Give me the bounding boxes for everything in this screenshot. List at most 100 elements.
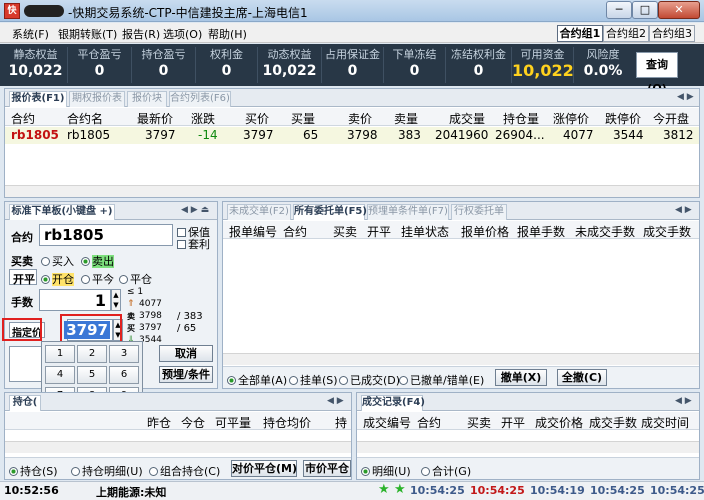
- tab-contract-list[interactable]: 合约列表(F6): [169, 91, 231, 107]
- close-today-radio[interactable]: 平今: [81, 271, 114, 287]
- menu-report[interactable]: 报告(R): [122, 26, 160, 42]
- tab-scroll-arrows[interactable]: ◀ ▶: [675, 205, 692, 215]
- col-header[interactable]: 合约: [417, 414, 441, 431]
- tab-scroll-arrows[interactable]: ◀ ▶: [677, 92, 694, 102]
- orders-horizontal-scrollbar[interactable]: [223, 353, 699, 365]
- col-header[interactable]: 买量: [291, 110, 315, 127]
- filter-combo-position[interactable]: 组合持仓(C): [149, 463, 220, 479]
- col-header[interactable]: 成交编号: [363, 414, 411, 431]
- contract-input[interactable]: rb1805: [39, 224, 173, 246]
- tab-option-quote[interactable]: 期权报价表: [69, 91, 125, 107]
- col-header[interactable]: 涨跌: [191, 110, 215, 127]
- preorder-condition-button[interactable]: 预埋/条件: [159, 366, 213, 383]
- col-header[interactable]: 持仓均价: [263, 414, 311, 431]
- col-header[interactable]: 持: [335, 414, 347, 431]
- tab-exercise-orders[interactable]: 行权委托单: [451, 204, 507, 220]
- quantity-stepper[interactable]: ▲ ▼: [111, 289, 121, 311]
- col-header[interactable]: 买价: [245, 110, 269, 127]
- col-header[interactable]: 跌停价: [605, 110, 641, 127]
- col-header[interactable]: 开平: [501, 414, 525, 431]
- col-header[interactable]: 可平量: [215, 414, 251, 431]
- tab-preorders[interactable]: 预埋单条件单(F7): [367, 204, 449, 220]
- cancel-all-button[interactable]: 全撤(C): [557, 369, 607, 386]
- position-horizontal-scrollbar[interactable]: [5, 441, 351, 453]
- col-header[interactable]: 报单手数: [517, 223, 565, 240]
- col-header[interactable]: 卖量: [394, 110, 418, 127]
- col-header[interactable]: 报单编号: [229, 223, 277, 240]
- filter-all-orders[interactable]: 全部单(A): [227, 372, 287, 388]
- col-header[interactable]: 持仓量: [503, 110, 539, 127]
- menu-bank-transfer[interactable]: 银期转账(T): [58, 26, 117, 42]
- tab-all-orders[interactable]: 所有委托单(F5): [293, 204, 367, 220]
- col-header[interactable]: 涨停价: [553, 110, 589, 127]
- filter-position[interactable]: 持仓(S): [9, 463, 58, 479]
- filter-label: 已成交(D): [350, 374, 401, 387]
- key-6[interactable]: 6: [109, 366, 139, 384]
- tab-scroll-arrows[interactable]: ◀ ▶ ⏏: [181, 205, 209, 215]
- col-header[interactable]: 成交量: [449, 110, 485, 127]
- open-radio[interactable]: 开仓: [41, 271, 74, 287]
- menu-system[interactable]: 系统(F): [12, 26, 49, 42]
- close-radio[interactable]: 平仓: [119, 271, 152, 287]
- col-header[interactable]: 买卖: [467, 414, 491, 431]
- cancel-button[interactable]: 取消: [159, 345, 213, 362]
- maximize-button[interactable]: □: [632, 1, 658, 19]
- tab-quote-table[interactable]: 报价表(F1): [9, 91, 67, 107]
- tab-position[interactable]: 持仓(: [9, 395, 41, 411]
- col-header[interactable]: 未成交手数: [575, 223, 635, 240]
- col-header[interactable]: 成交手数: [589, 414, 637, 431]
- col-header[interactable]: 合约名: [67, 110, 103, 127]
- filter-filled[interactable]: 已成交(D): [339, 372, 400, 388]
- key-3[interactable]: 3: [109, 345, 139, 363]
- tab-unfilled-orders[interactable]: 未成交单(F2): [227, 204, 291, 220]
- menu-help[interactable]: 帮助(H): [208, 26, 247, 42]
- tab-quote-block[interactable]: 报价块: [127, 91, 167, 107]
- col-header[interactable]: 挂单状态: [401, 223, 449, 240]
- col-header[interactable]: 今开盘: [653, 110, 689, 127]
- sell-radio[interactable]: 卖出: [81, 253, 114, 269]
- col-header[interactable]: 报单价格: [461, 223, 509, 240]
- col-header[interactable]: 成交手数: [643, 223, 691, 240]
- tab-scroll-arrows[interactable]: ◀ ▶: [327, 396, 344, 406]
- key-4[interactable]: 4: [45, 366, 75, 384]
- col-header[interactable]: 合约: [11, 110, 35, 127]
- table-row[interactable]: rb1805 rb1805 3797 -14 3797 65 3798 383 …: [5, 127, 699, 144]
- tab-standard-order-board[interactable]: 标准下单板(小键盘 +): [9, 204, 115, 220]
- key-2[interactable]: 2: [77, 345, 107, 363]
- close-button[interactable]: ✕: [658, 1, 700, 19]
- quantity-input[interactable]: 1: [39, 289, 111, 311]
- tab-scroll-arrows[interactable]: ◀ ▶: [675, 396, 692, 406]
- contract-group-2-tab[interactable]: 合约组2: [603, 25, 649, 42]
- arbitrage-checkbox[interactable]: 套利: [177, 236, 210, 252]
- cancel-order-button[interactable]: 撤单(X): [495, 369, 547, 386]
- key-1[interactable]: 1: [45, 345, 75, 363]
- quote-horizontal-scrollbar[interactable]: [5, 185, 699, 197]
- col-header[interactable]: 卖价: [348, 110, 372, 127]
- filter-pending[interactable]: 挂单(S): [289, 372, 338, 388]
- contract-group-1-tab[interactable]: 合约组1: [557, 25, 603, 42]
- key-5[interactable]: 5: [77, 366, 107, 384]
- filter-trade-total[interactable]: 合计(G): [421, 463, 471, 479]
- buy-radio[interactable]: 买入: [41, 253, 74, 269]
- query-button[interactable]: 查询(Q): [636, 52, 678, 95]
- minimize-button[interactable]: ─: [606, 1, 632, 19]
- col-header[interactable]: 成交价格: [535, 414, 583, 431]
- counter-price-close-button[interactable]: 对价平仓(M): [231, 460, 297, 477]
- filter-trade-detail[interactable]: 明细(U): [361, 463, 411, 479]
- filter-position-detail[interactable]: 持仓明细(U): [71, 463, 143, 479]
- market-close-button[interactable]: 市价平仓: [303, 460, 351, 477]
- filter-cancelled[interactable]: 已撤单/错单(E): [399, 372, 484, 388]
- col-header[interactable]: 最新价: [137, 110, 173, 127]
- col-header[interactable]: 成交时间: [641, 414, 689, 431]
- contract-group-3-tab[interactable]: 合约组3: [649, 25, 695, 42]
- trades-horizontal-scrollbar[interactable]: [357, 441, 699, 453]
- sell-label: 卖出: [92, 255, 114, 268]
- col-header[interactable]: 昨仓: [147, 414, 171, 431]
- col-header[interactable]: 买卖: [333, 223, 357, 240]
- position-grid-header: 昨仓 今仓 可平量 持仓均价 持: [5, 412, 351, 430]
- col-header[interactable]: 合约: [283, 223, 307, 240]
- col-header[interactable]: 今仓: [181, 414, 205, 431]
- col-header[interactable]: 开平: [367, 223, 391, 240]
- tab-trade-records[interactable]: 成交记录(F4): [361, 395, 425, 411]
- menu-options[interactable]: 选项(O): [163, 26, 202, 42]
